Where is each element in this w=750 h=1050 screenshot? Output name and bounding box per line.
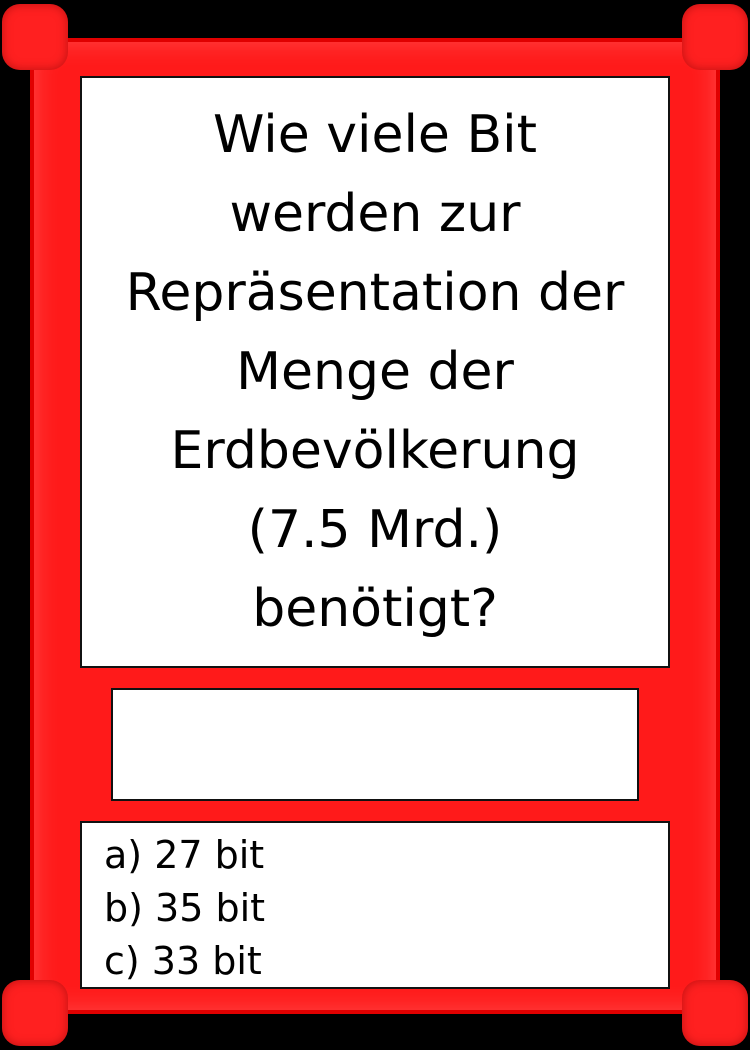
frame-corner-top-left — [2, 4, 68, 70]
options-panel: a) 27 bit b) 35 bit c) 33 bit — [80, 821, 670, 989]
question-line: werden zur — [229, 183, 521, 244]
frame-corner-bottom-right — [682, 980, 748, 1046]
question-text: Wie viele Bit werden zur Repräsentation … — [90, 96, 660, 649]
answer-box[interactable] — [111, 688, 639, 801]
frame-corner-top-right — [682, 4, 748, 70]
question-panel: Wie viele Bit werden zur Repräsentation … — [80, 76, 670, 668]
question-line: Menge der — [236, 341, 514, 402]
question-line: Wie viele Bit — [213, 104, 537, 165]
question-line: Erdbevölkerung — [170, 420, 580, 481]
quiz-card: Wie viele Bit werden zur Repräsentation … — [0, 0, 750, 1050]
question-line: Repräsentation der — [125, 262, 625, 323]
frame-corner-bottom-left — [2, 980, 68, 1046]
option-a[interactable]: a) 27 bit — [104, 829, 668, 882]
question-line: benötigt? — [252, 578, 498, 639]
option-c[interactable]: c) 33 bit — [104, 935, 668, 988]
option-b[interactable]: b) 35 bit — [104, 882, 668, 935]
question-line: (7.5 Mrd.) — [247, 499, 503, 560]
